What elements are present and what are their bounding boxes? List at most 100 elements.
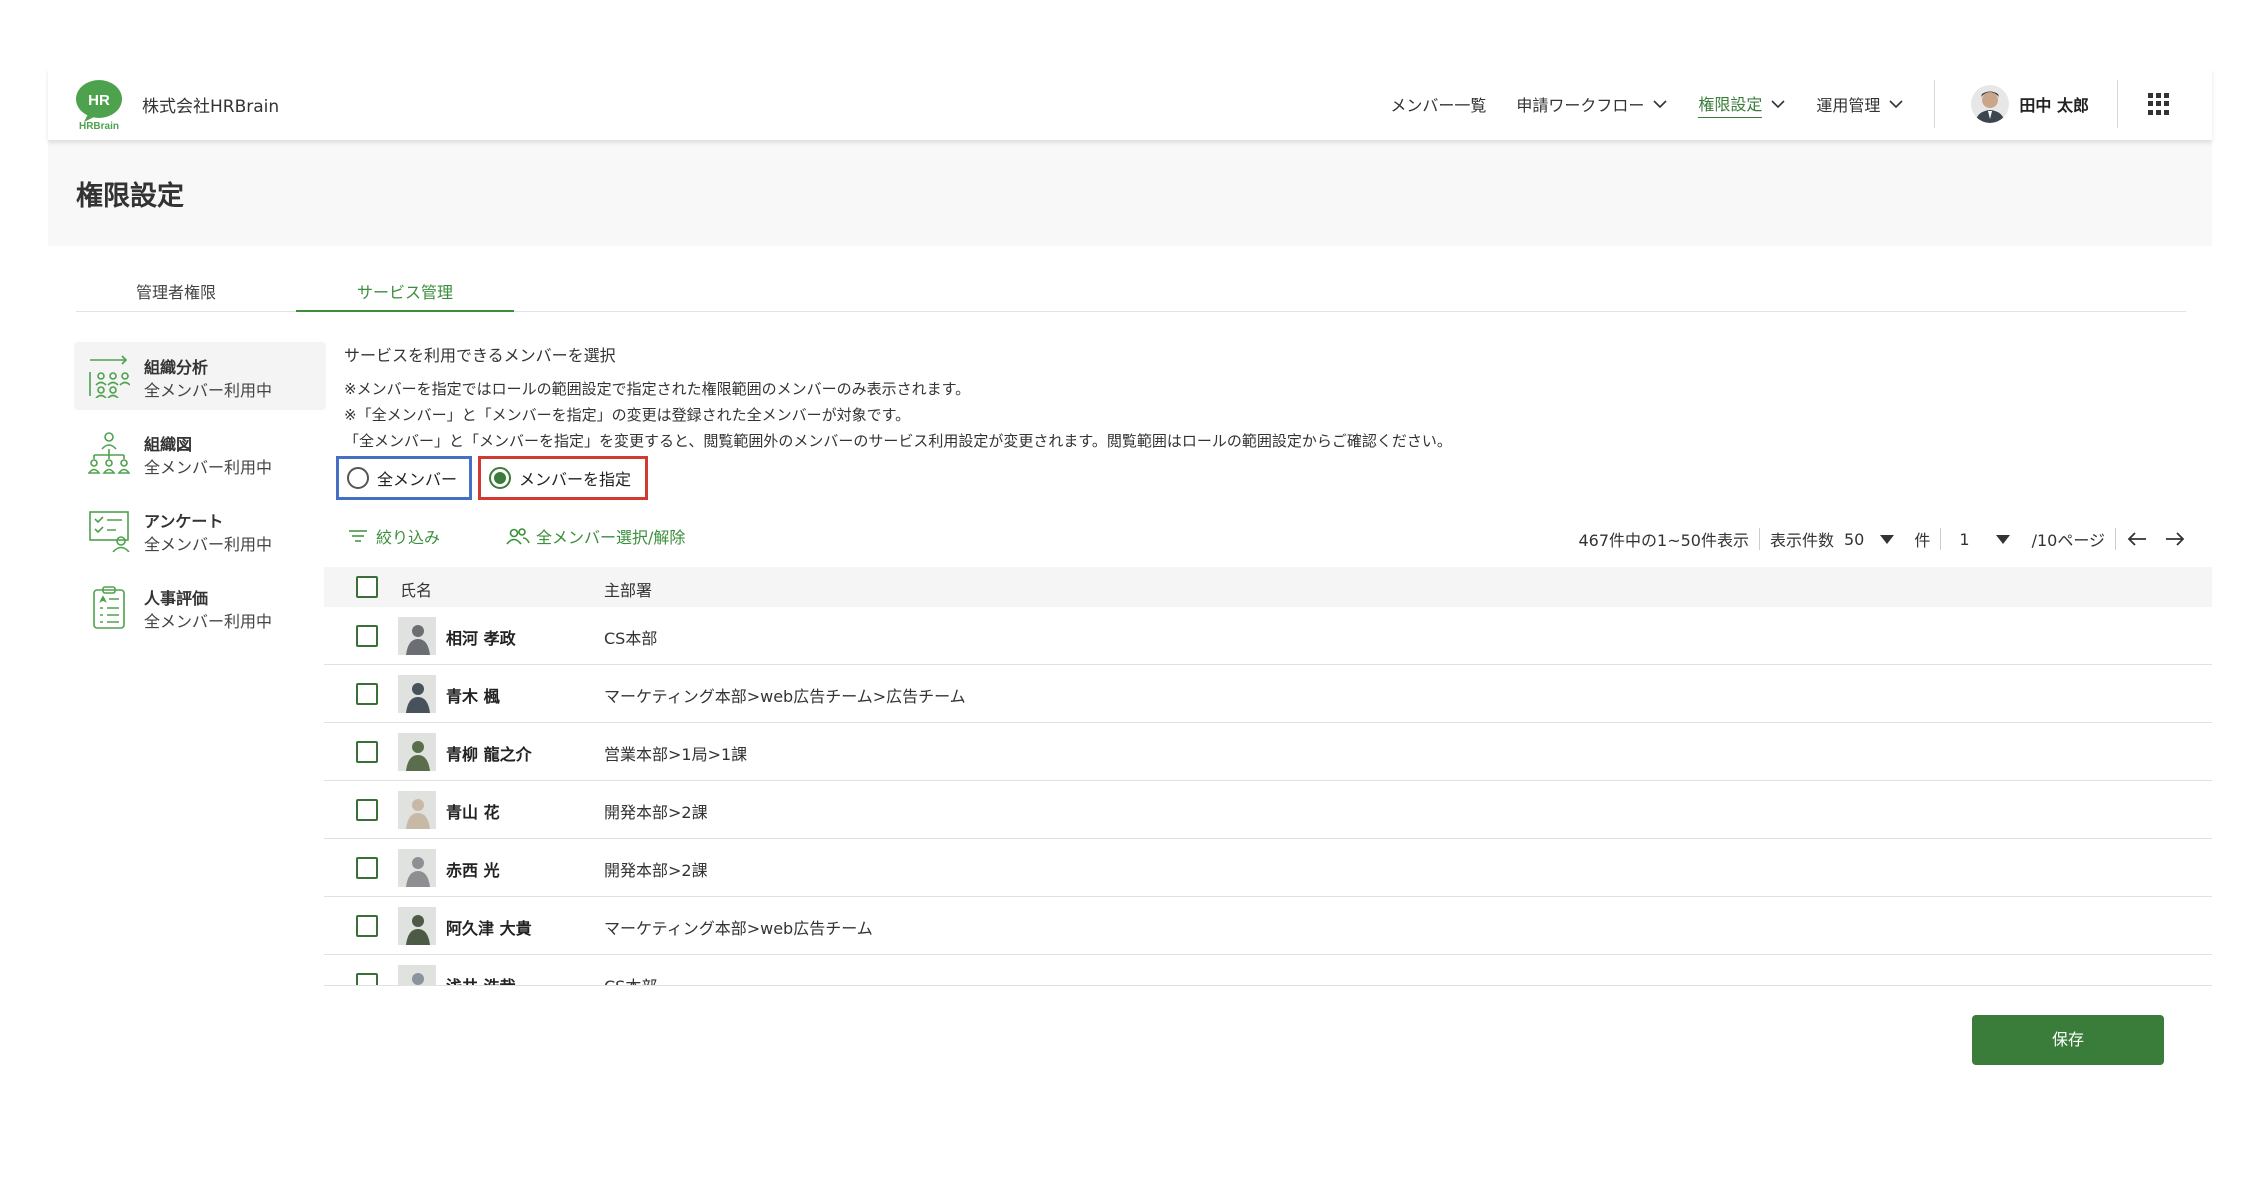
evaluation-icon bbox=[93, 586, 125, 629]
sidebar-item-status: 全メンバー利用中 bbox=[144, 612, 273, 631]
logo-text: HR bbox=[88, 92, 110, 109]
radio-all-members[interactable]: 全メンバー bbox=[336, 456, 472, 500]
app-switcher-icon[interactable] bbox=[2148, 93, 2170, 115]
sidebar-item-title: 人事評価 bbox=[144, 589, 209, 608]
radio-button[interactable] bbox=[489, 467, 511, 489]
radio-label: メンバーを指定 bbox=[519, 470, 632, 489]
filter-label: 絞り込み bbox=[376, 528, 441, 547]
member-photo bbox=[398, 732, 436, 771]
sidebar-item-status: 全メンバー利用中 bbox=[144, 458, 273, 477]
tab-admin-permissions[interactable]: 管理者権限 bbox=[76, 280, 276, 312]
table-row[interactable]: 阿久津 大貴 マーケティング本部>web広告チーム bbox=[324, 897, 2212, 955]
table-body: 相河 孝政 CS本部青木 楓 マーケティング本部>web広告チーム>広告チーム青柳 … bbox=[324, 607, 2212, 985]
tab-bar: 管理者権限 サービス管理 bbox=[76, 280, 2186, 312]
member-name: 青山 花 bbox=[446, 802, 500, 822]
per-page-value[interactable]: 50 bbox=[1844, 530, 1864, 549]
member-photo bbox=[398, 616, 436, 655]
avatar bbox=[1971, 85, 2010, 123]
member-photo-icon bbox=[398, 732, 436, 771]
user-name: 田中 太郎 bbox=[2019, 96, 2089, 115]
nav-members[interactable]: メンバー一覧 bbox=[1390, 68, 1486, 140]
sidebar-item-evaluation[interactable]: 人事評価 全メンバー利用中 bbox=[74, 573, 326, 641]
member-photo-icon bbox=[398, 906, 436, 945]
member-photo-icon bbox=[398, 848, 436, 887]
org-chart-icon bbox=[88, 432, 130, 474]
save-button[interactable]: 保存 bbox=[1972, 1015, 2164, 1065]
table-row[interactable]: 青山 花 開発本部>2課 bbox=[324, 781, 2212, 839]
nav-operations[interactable]: 運用管理 bbox=[1816, 68, 1904, 140]
radio-label: 全メンバー bbox=[377, 470, 458, 489]
table-bottom-border bbox=[324, 985, 2212, 986]
page-select-value[interactable]: 1 bbox=[1959, 530, 1969, 549]
pager-summary: 467件中の1~50件表示 bbox=[1578, 531, 1749, 550]
sidebar-item-title: 組織図 bbox=[144, 435, 193, 454]
select-all-button[interactable]: 全メンバー選択/解除 bbox=[506, 524, 685, 548]
member-photo bbox=[398, 674, 436, 713]
section-heading: サービスを利用できるメンバーを選択 bbox=[344, 346, 616, 365]
per-page-dropdown-icon[interactable] bbox=[1880, 534, 1895, 544]
row-checkbox[interactable] bbox=[356, 972, 378, 985]
prev-page-arrow-icon[interactable] bbox=[2126, 531, 2148, 547]
member-photo-icon bbox=[398, 964, 436, 985]
sidebar-item-org-chart[interactable]: 組織図 全メンバー利用中 bbox=[74, 419, 326, 487]
row-checkbox[interactable] bbox=[356, 856, 378, 879]
service-sidebar: 組織分析 全メンバー利用中 組織図 全メンバー利用中 アンケート 全メンバー利用… bbox=[74, 342, 326, 650]
member-name: 浅井 浩哉 bbox=[446, 973, 516, 986]
table-row[interactable]: 相河 孝政 CS本部 bbox=[324, 607, 2212, 665]
sidebar-item-org-analysis[interactable]: 組織分析 全メンバー利用中 bbox=[74, 342, 326, 410]
note-line: ※メンバーを指定ではロールの範囲設定で指定された権限範囲のメンバーのみ表示されま… bbox=[344, 380, 971, 398]
user-menu[interactable]: 田中 太郎 bbox=[1971, 85, 2089, 123]
nav-label: 申請ワークフロー bbox=[1516, 96, 1645, 115]
next-page-arrow-icon[interactable] bbox=[2164, 531, 2186, 547]
nav-permissions[interactable]: 権限設定 bbox=[1698, 68, 1786, 140]
row-checkbox[interactable] bbox=[356, 682, 378, 705]
radio-button[interactable] bbox=[347, 467, 369, 489]
member-department: マーケティング本部>web広告チーム>広告チーム bbox=[604, 686, 966, 706]
member-photo-icon bbox=[398, 790, 436, 829]
page-dropdown-icon[interactable] bbox=[1995, 534, 2010, 544]
per-page-label: 表示件数 bbox=[1769, 531, 1834, 550]
nav-label: 運用管理 bbox=[1816, 96, 1881, 115]
radio-specify-members[interactable]: メンバーを指定 bbox=[478, 456, 648, 500]
member-photo-icon bbox=[398, 674, 436, 713]
nav-workflow[interactable]: 申請ワークフロー bbox=[1516, 68, 1668, 140]
tab-service-management[interactable]: サービス管理 bbox=[296, 280, 514, 312]
column-header-dept: 主部署 bbox=[604, 581, 653, 600]
user-avatar-icon bbox=[1975, 91, 2006, 123]
total-pages: /10ページ bbox=[2031, 531, 2105, 550]
per-page-unit: 件 bbox=[1914, 531, 1931, 550]
row-checkbox[interactable] bbox=[356, 914, 378, 937]
filter-button[interactable]: 絞り込み bbox=[348, 524, 440, 548]
nav-divider bbox=[1934, 80, 1936, 128]
member-name: 青木 楓 bbox=[446, 686, 500, 706]
select-all-checkbox[interactable] bbox=[356, 576, 378, 598]
table-header: 氏名 主部署 bbox=[324, 567, 2212, 607]
nav-label: メンバー一覧 bbox=[1390, 96, 1487, 115]
row-checkbox[interactable] bbox=[356, 798, 378, 821]
global-nav: メンバー一覧 申請ワークフロー 権限設定 運用管理 田中 太郎 bbox=[1390, 68, 2212, 140]
table-row[interactable]: 浅井 浩哉 CS本部 bbox=[324, 955, 2212, 985]
member-table: 氏名 主部署 相河 孝政 CS本部青木 楓 マーケティング本部>web広告チーム>広… bbox=[324, 567, 2212, 985]
table-row[interactable]: 青柳 龍之介 営業本部>1局>1課 bbox=[324, 723, 2212, 781]
member-name: 相河 孝政 bbox=[446, 628, 516, 648]
row-checkbox[interactable] bbox=[356, 624, 378, 647]
member-department: 開発本部>2課 bbox=[604, 802, 708, 822]
sidebar-item-survey[interactable]: アンケート 全メンバー利用中 bbox=[74, 496, 326, 564]
chevron-down-icon bbox=[1889, 100, 1903, 109]
member-department: 営業本部>1局>1課 bbox=[604, 744, 748, 764]
global-header: HR HRBrain 株式会社HRBrain メンバー一覧 申請ワークフロー 権… bbox=[48, 68, 2212, 140]
note-line: 「全メンバー」と「メンバーを指定」を変更すると、閲覧範囲外のメンバーのサービス利… bbox=[344, 432, 1452, 450]
sidebar-item-title: 組織分析 bbox=[144, 358, 209, 377]
select-all-label: 全メンバー選択/解除 bbox=[536, 528, 686, 547]
users-icon bbox=[506, 528, 530, 545]
sidebar-item-status: 全メンバー利用中 bbox=[144, 535, 273, 554]
table-row[interactable]: 青木 楓 マーケティング本部>web広告チーム>広告チーム bbox=[324, 665, 2212, 723]
member-photo-icon bbox=[398, 616, 436, 655]
column-header-name: 氏名 bbox=[400, 581, 433, 600]
member-photo bbox=[398, 964, 436, 985]
table-row[interactable]: 赤西 光 開発本部>2課 bbox=[324, 839, 2212, 897]
app-root: HR HRBrain 株式会社HRBrain メンバー一覧 申請ワークフロー 権… bbox=[48, 0, 2212, 1178]
hrbrain-logo[interactable]: HR HRBrain bbox=[74, 78, 124, 130]
member-name: 青柳 龍之介 bbox=[446, 744, 532, 764]
row-checkbox[interactable] bbox=[356, 740, 378, 763]
